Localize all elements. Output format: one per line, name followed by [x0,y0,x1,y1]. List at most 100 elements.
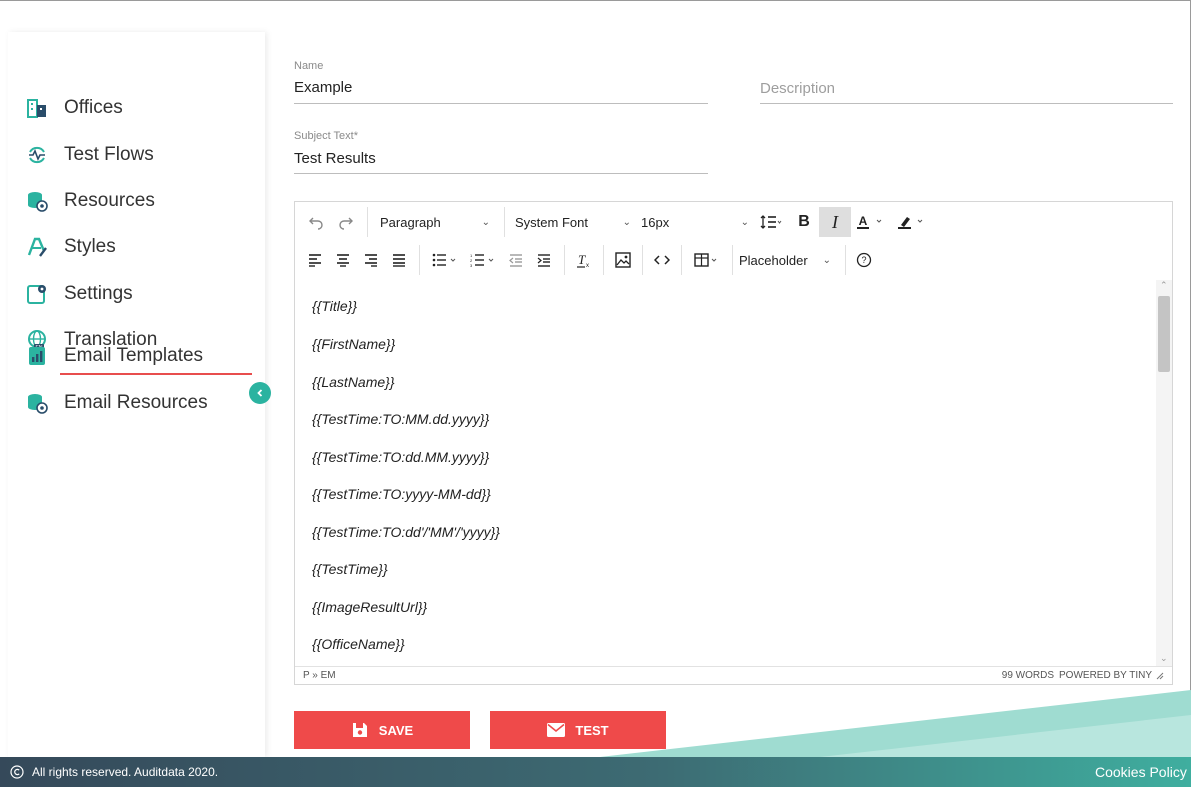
content-paragraph: {{OfficeName}} [312,636,405,652]
office-building-icon [26,97,48,119]
copyright-text: All rights reserved. Auditdata 2020. [32,765,219,779]
numbered-list-icon: 123 [470,253,494,267]
database-icon [26,190,48,212]
decorative-wave [600,690,1191,757]
sidebar-item-test-flows[interactable]: Test Flows [26,139,154,171]
align-left-button[interactable] [301,245,329,275]
save-icon [351,721,369,739]
indent-button[interactable] [530,245,558,275]
help-button[interactable]: ? [852,245,876,275]
editor-content[interactable]: {{Title}} {{FirstName}} {{LastName}} {{T… [295,280,1157,666]
code-icon [654,255,670,265]
sidebar-item-resources[interactable]: Resources [26,185,155,217]
chevron-down-icon: ⌄ [822,254,831,266]
sidebar-item-offices[interactable]: Offices [26,92,123,124]
redo-button[interactable] [331,207,361,237]
font-size-dropdown[interactable]: 16px ⌄ [635,207,753,237]
svg-text:x: x [586,263,589,268]
subject-value: Test Results [294,150,376,167]
active-indicator [60,373,252,375]
sidebar-item-styles[interactable]: Styles [26,231,116,263]
cookies-policy-link[interactable]: Cookies Policy [1095,764,1187,780]
numbered-list-button[interactable]: 123 [464,245,502,275]
save-button[interactable]: SAVE [294,711,470,749]
placeholder-dropdown[interactable]: Placeholder ⌄ [739,245,839,275]
toolbar-row-2: 123 Tx Placeholder ⌄ ? [295,242,1172,278]
outdent-button[interactable] [502,245,530,275]
content-paragraph: {{ImageResultUrl}} [312,599,428,615]
scroll-down-icon[interactable]: ⌄ [1160,653,1168,664]
powered-by-link[interactable]: POWERED BY TINY [1059,670,1152,681]
toolbar-separator [367,207,368,237]
sidebar-item-label: Email Templates [64,345,204,366]
test-flow-icon [26,144,48,166]
sidebar-item-label: Styles [64,236,116,257]
bullet-list-button[interactable] [426,245,464,275]
align-center-icon [337,254,349,267]
undo-button[interactable] [301,207,331,237]
toolbar-separator [681,245,682,275]
toolbar-separator [419,245,420,275]
chevron-left-icon [257,389,263,397]
bold-button[interactable]: B [789,207,819,237]
name-field[interactable]: Name Example [294,56,708,104]
report-icon [26,345,48,367]
font-family-value: System Font [515,214,588,230]
svg-text:T: T [578,252,586,267]
placeholder-menu-label: Placeholder [739,252,808,268]
text-color-button[interactable]: A [851,207,893,237]
test-button[interactable]: TEST [490,711,666,749]
resize-handle-icon[interactable] [1156,672,1164,680]
clear-formatting-button[interactable]: Tx [571,245,597,275]
highlight-color-button[interactable] [893,207,933,237]
block-format-dropdown[interactable]: Paragraph ⌄ [374,207,498,237]
subject-field[interactable]: Subject Text* Test Results [294,126,708,174]
bullet-list-icon [432,253,456,267]
justify-button[interactable] [385,245,413,275]
scrollbar-thumb[interactable] [1158,296,1170,372]
align-right-button[interactable] [357,245,385,275]
collapse-sidebar-button[interactable] [249,382,271,404]
content-paragraph: {{TestTime:TO:yyyy-MM-dd}} [312,486,491,502]
help-icon: ? [856,252,872,268]
toolbar-separator [732,245,733,275]
sidebar: Offices Test Flows Resources Styles Sett… [8,32,265,757]
sidebar-item-label: Resources [64,190,155,211]
source-code-button[interactable] [649,245,675,275]
scroll-up-icon[interactable]: ⌃ [1160,280,1168,291]
sidebar-item-settings[interactable]: Settings [26,278,133,310]
word-count[interactable]: 99 WORDS [1002,670,1054,681]
sidebar-item-label: Settings [64,283,133,304]
redo-icon [339,217,353,230]
table-button[interactable] [688,245,726,275]
content-paragraph: {{TestTime}} [312,561,388,577]
editor-scrollbar[interactable]: ⌃ ⌄ [1156,280,1172,666]
statusbar-right: 99 WORDS POWERED BY TINY [1002,670,1164,681]
description-field[interactable]: Description [760,56,1173,104]
toolbar-separator [564,245,565,275]
element-path[interactable]: P » EM [303,670,336,681]
toolbar-separator [504,207,505,237]
indent-icon [537,254,550,267]
svg-text:A: A [859,214,868,228]
italic-button[interactable]: I [819,207,851,237]
font-family-dropdown[interactable]: System Font ⌄ [511,207,635,237]
sidebar-item-email-resources[interactable]: Email Resources [26,387,208,419]
copyright-icon [10,765,24,779]
content-paragraph: {{TestTime:TO:dd'/'MM'/'yyyy}} [312,524,500,540]
insert-image-button[interactable] [610,245,636,275]
line-height-button[interactable] [753,207,789,237]
align-center-button[interactable] [329,245,357,275]
sidebar-item-email-templates-main[interactable]: Email Templates [26,340,203,372]
rich-text-editor: Paragraph ⌄ System Font ⌄ 16px ⌄ B I A 1… [294,201,1173,685]
align-left-icon [309,254,321,267]
content-paragraph: {{FirstName}} [312,336,396,352]
svg-text:?: ? [861,255,866,265]
align-right-icon [365,254,377,267]
chevron-down-icon: ⌄ [740,216,749,228]
content-paragraph: {{TestTime:TO:dd.MM.yyyy}} [312,449,490,465]
name-value: Example [294,79,353,96]
sidebar-item-label: Offices [64,97,123,118]
highlight-icon [898,217,923,229]
sidebar-item-label: Email Resources [64,392,208,413]
